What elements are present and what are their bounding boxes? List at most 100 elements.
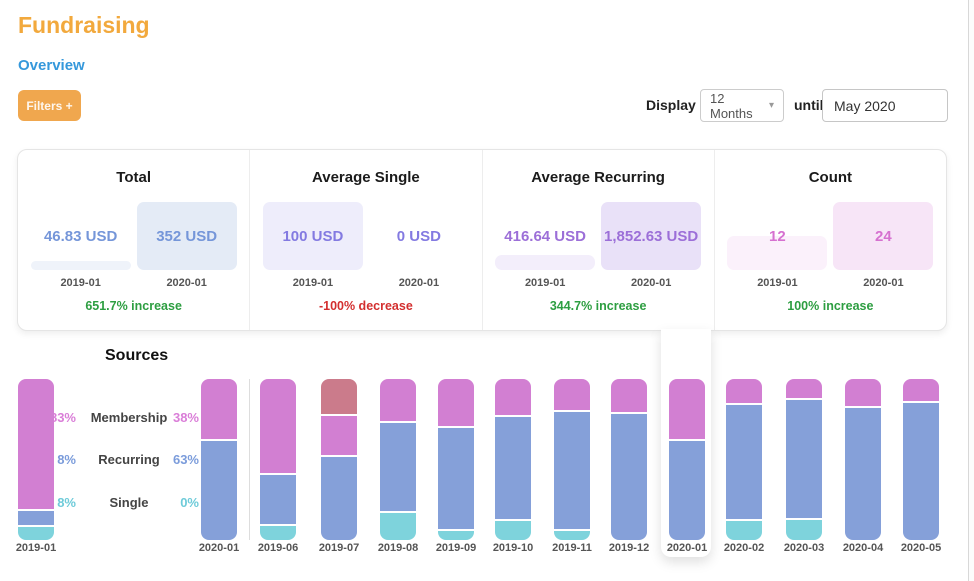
bar-label: 2019-12 [597, 542, 661, 554]
bar-segment-recurring[interactable] [260, 475, 296, 524]
stat-column-label: 2019-01 [263, 277, 363, 289]
bar-segment-other[interactable] [321, 379, 357, 414]
bar-segment-single[interactable] [18, 527, 54, 540]
bar-segment-recurring[interactable] [321, 457, 357, 540]
stat-value: 24 [833, 202, 933, 270]
stacked-bar-2020-01-highlighted[interactable] [669, 379, 705, 540]
stats-section-title: Average Recurring [531, 169, 665, 186]
bar-segment-membership[interactable] [18, 379, 54, 509]
stats-section-average-recurring: Average Recurring416.64 USD2019-011,852.… [483, 150, 715, 330]
stacked-bar-2020-03[interactable] [786, 379, 822, 540]
bar-label: 2020-05 [889, 542, 953, 554]
stat-box: 24 [833, 202, 933, 270]
bar-segment-single[interactable] [554, 531, 590, 540]
bar-segment-membership[interactable] [438, 379, 474, 426]
bar-segment-membership[interactable] [321, 416, 357, 455]
stacked-bar-2019-08[interactable] [380, 379, 416, 540]
stats-change-badge: 344.7% increase [550, 299, 647, 313]
stacked-bar-2019-10[interactable] [495, 379, 531, 540]
bar-segment-single[interactable] [380, 513, 416, 540]
page-edge-divider [968, 0, 974, 581]
bar-segment-recurring[interactable] [380, 423, 416, 511]
bar-segment-membership[interactable] [380, 379, 416, 421]
bar-label: 2020-04 [831, 542, 895, 554]
stats-card: Total46.83 USD2019-01352 USD2020-01651.7… [17, 149, 947, 331]
stacked-bar-2019-12[interactable] [611, 379, 647, 540]
bar-segment-membership[interactable] [495, 379, 531, 415]
stacked-bar-2020-05[interactable] [903, 379, 939, 540]
bar-segment-membership[interactable] [845, 379, 881, 406]
stats-change-badge: -100% decrease [319, 299, 413, 313]
stacked-bar-2019-11[interactable] [554, 379, 590, 540]
stats-section-total: Total46.83 USD2019-01352 USD2020-01651.7… [18, 150, 250, 330]
bar-segment-single[interactable] [260, 526, 296, 540]
stacked-bar-2019-01[interactable] [18, 379, 54, 540]
stacked-bar-2019-06[interactable] [260, 379, 296, 540]
bar-segment-membership[interactable] [611, 379, 647, 412]
stat-value: 0 USD [369, 202, 469, 270]
legend-percent-right-membership: 38% [152, 410, 199, 425]
bar-segment-membership[interactable] [201, 379, 237, 439]
bar-label: 2019-07 [307, 542, 371, 554]
stat-column-2019-01: 46.83 USD2019-01 [31, 202, 131, 289]
bar-label: 2019-10 [481, 542, 545, 554]
bar-segment-membership[interactable] [669, 379, 705, 439]
bar-segment-recurring[interactable] [903, 403, 939, 540]
stat-column-label: 2019-01 [727, 277, 827, 289]
sources-title: Sources [105, 347, 168, 365]
bar-label: 2019-08 [366, 542, 430, 554]
bar-label: 2019-06 [246, 542, 310, 554]
chart-divider [249, 379, 250, 540]
bar-segment-recurring[interactable] [201, 441, 237, 540]
bar-segment-membership[interactable] [554, 379, 590, 410]
stat-value: 352 USD [137, 202, 237, 270]
stats-section-title: Average Single [312, 169, 420, 186]
stat-column-2020-01: 24 2020-01 [833, 202, 933, 289]
bar-segment-recurring[interactable] [554, 412, 590, 528]
bar-segment-recurring[interactable] [18, 511, 54, 524]
stacked-bar-2019-09[interactable] [438, 379, 474, 540]
bar-label: 2020-01 [187, 542, 251, 554]
bar-segment-single[interactable] [786, 520, 822, 540]
bar-segment-membership[interactable] [903, 379, 939, 401]
bar-segment-recurring[interactable] [495, 417, 531, 519]
stacked-bar-2020-02[interactable] [726, 379, 762, 540]
bar-segment-recurring[interactable] [669, 441, 705, 540]
stacked-bar-2019-07[interactable] [321, 379, 357, 540]
stacked-bar-2020-04[interactable] [845, 379, 881, 540]
bar-segment-single[interactable] [438, 531, 474, 540]
display-label: Display [646, 97, 696, 113]
bar-segment-membership[interactable] [260, 379, 296, 473]
bar-segment-recurring[interactable] [786, 400, 822, 518]
stat-column-2020-01: 352 USD2020-01 [137, 202, 237, 289]
stats-section-title: Count [809, 169, 852, 186]
stat-column-2019-01: 100 USD2019-01 [263, 202, 363, 289]
stat-column-label: 2020-01 [833, 277, 933, 289]
filters-button[interactable]: Filters + [18, 90, 81, 121]
bar-segment-recurring[interactable] [438, 428, 474, 528]
stats-change-badge: 100% increase [787, 299, 873, 313]
bar-segment-recurring[interactable] [611, 414, 647, 540]
stat-value: 46.83 USD [31, 202, 131, 270]
bar-label: 2020-02 [712, 542, 776, 554]
bar-segment-single[interactable] [726, 521, 762, 540]
stat-box: 46.83 USD [31, 202, 131, 270]
bar-label: 2020-03 [772, 542, 836, 554]
until-input[interactable] [822, 89, 948, 122]
stats-columns: 100 USD2019-010 USD2020-01 [263, 202, 469, 289]
bar-segment-single[interactable] [495, 521, 531, 540]
bar-segment-recurring[interactable] [845, 408, 881, 540]
bar-label: 2019-11 [540, 542, 604, 554]
bar-label: 2019-09 [424, 542, 488, 554]
stat-column-2020-01: 0 USD2020-01 [369, 202, 469, 289]
chevron-down-icon: ▾ [769, 100, 774, 111]
display-dropdown[interactable]: 12 Months ▾ [700, 89, 784, 122]
stat-value: 12 [727, 202, 827, 270]
legend-percent-right-single: 0% [152, 495, 199, 510]
bar-segment-recurring[interactable] [726, 405, 762, 520]
bar-label: 2020-01 [655, 542, 719, 554]
stat-column-label: 2019-01 [495, 277, 595, 289]
stacked-bar-2020-01[interactable] [201, 379, 237, 540]
bar-segment-membership[interactable] [726, 379, 762, 403]
bar-segment-membership[interactable] [786, 379, 822, 398]
